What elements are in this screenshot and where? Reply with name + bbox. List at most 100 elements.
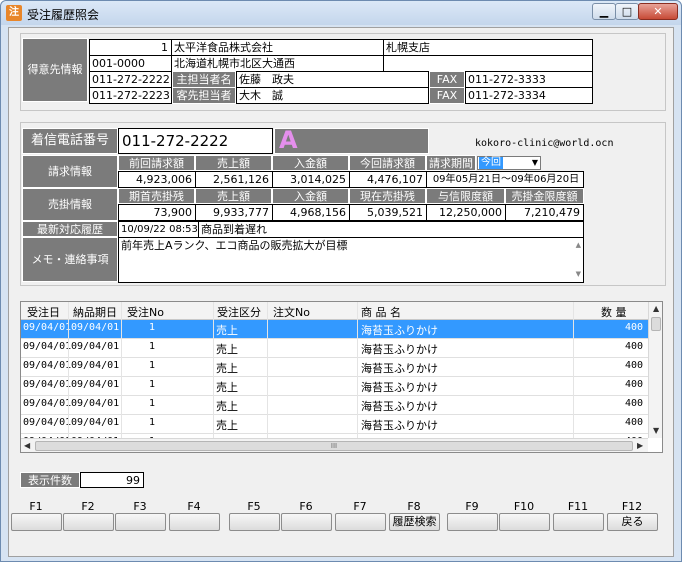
memo-scroll-down-icon[interactable]: ▼ [576, 267, 581, 282]
col-due-date[interactable]: 納品期日 [73, 304, 117, 320]
sub-rep-name: 大木 誠 [236, 87, 429, 104]
billing-period-label: 請求期間 [426, 155, 476, 171]
hscroll-thumb-grip: III [330, 442, 338, 450]
fkey-button-5[interactable] [229, 513, 280, 531]
fkey-button-11[interactable] [553, 513, 604, 531]
grid-divider [357, 302, 358, 452]
grid-divider [121, 302, 122, 452]
fkey-button-10[interactable] [499, 513, 550, 531]
main-rep-name: 佐藤 政夫 [236, 71, 429, 88]
cell-order-type: 売上 [216, 400, 238, 413]
memo-label: メモ・連絡事項 [22, 237, 118, 282]
fkey-button-2[interactable] [63, 513, 114, 531]
cell-order-date: 09/04/01 [23, 322, 72, 333]
receivable-value-4: 12,250,000 [426, 204, 506, 221]
order-history-grid[interactable]: 受注日 納品期日 受注No 受注区分 注文No 商 品 名 数 量 09/04/… [20, 301, 663, 453]
col-po-no[interactable]: 注文No [273, 304, 310, 320]
receivable-header-4: 与信限度額 [426, 188, 505, 204]
customer-address: 北海道札幌市北区大通西 [171, 55, 384, 72]
fkey-button-8[interactable]: 履歴検索 [389, 513, 440, 531]
cell-order-type: 売上 [216, 324, 238, 337]
table-row[interactable]: 09/04/0109/04/01 1 売上 海苔玉ふりかけ 400 [21, 320, 649, 339]
maximize-button[interactable]: □ [615, 3, 639, 20]
fkey-button-7[interactable] [335, 513, 386, 531]
fkey-label-6: F6 [299, 500, 313, 513]
scroll-down-icon[interactable]: ▼ [653, 426, 659, 435]
scroll-up-icon[interactable]: ▲ [653, 304, 659, 313]
fkey-label-12: F12 [621, 500, 643, 513]
receivable-value-3: 5,039,521 [349, 204, 427, 221]
col-order-date[interactable]: 受注日 [27, 304, 60, 320]
chevron-down-icon[interactable]: ▼ [532, 157, 538, 169]
billing-label: 請求情報 [22, 155, 118, 188]
memo-textarea[interactable]: 前年売上Aランク、エコ商品の販売拡大が目標 ▲ ▼ [118, 237, 584, 283]
minimize-button[interactable]: ▁ [592, 3, 616, 20]
fkey-button-12[interactable]: 戻る [607, 513, 658, 531]
cell-order-no: 1 [149, 379, 156, 390]
grid-horizontal-scrollbar[interactable]: ◀ III ▶ [21, 438, 648, 452]
grid-divider [213, 302, 214, 452]
cell-due-date: 09/04/01 [71, 379, 120, 390]
cell-product: 海苔玉ふりかけ [361, 324, 438, 337]
table-row[interactable]: 09/04/0109/04/01 1 売上 海苔玉ふりかけ 400 [21, 377, 649, 396]
cell-qty: 400 [625, 322, 644, 333]
fkey-button-6[interactable] [281, 513, 332, 531]
fkey-button-4[interactable] [169, 513, 220, 531]
cell-due-date: 09/04/01 [71, 341, 120, 352]
latest-datetime: 10/09/22 08:53 [118, 221, 199, 238]
cell-order-date: 09/04/01 [23, 398, 72, 409]
customer-tel2: 011-272-2223 [89, 87, 172, 104]
latest-label: 最新対応履歴 [22, 221, 118, 237]
billing-period-select[interactable]: 今回 ▼ [477, 156, 541, 170]
grid-vertical-scrollbar[interactable]: ▲ ▼ [648, 302, 662, 438]
cell-qty: 400 [625, 398, 644, 409]
customer-name: 太平洋食品株式会社 [171, 39, 384, 56]
table-row[interactable]: 09/04/0109/04/01 1 売上 海苔玉ふりかけ 400 [21, 396, 649, 415]
app-icon: 注 [6, 5, 22, 21]
scroll-right-icon[interactable]: ▶ [637, 441, 643, 450]
period-select-value: 今回 [479, 157, 503, 169]
fkey-label-4: F4 [187, 500, 201, 513]
receivable-value-2: 4,968,156 [272, 204, 350, 221]
memo-scroll-up-icon[interactable]: ▲ [576, 238, 581, 253]
customer-zip: 001-0000 [89, 55, 172, 72]
window-title: 受注履歴照会 [27, 8, 100, 22]
fkey-label-7: F7 [353, 500, 367, 513]
scroll-left-icon[interactable]: ◀ [24, 441, 30, 450]
customer-section-label: 得意先情報 [22, 38, 88, 102]
cell-due-date: 09/04/01 [71, 360, 120, 371]
table-row[interactable]: 09/04/0109/04/01 1 売上 海苔玉ふりかけ 400 [21, 415, 649, 434]
receivable-value-1: 9,933,777 [195, 204, 273, 221]
table-row[interactable]: 09/04/0109/04/01 1 売上 海苔玉ふりかけ 400 [21, 358, 649, 377]
cell-qty: 400 [625, 360, 644, 371]
cell-order-type: 売上 [216, 381, 238, 394]
receivable-value-0: 73,900 [118, 204, 196, 221]
incoming-phone: 011-272-2222 [118, 128, 273, 154]
col-order-type[interactable]: 受注区分 [217, 304, 261, 320]
fkey-button-9[interactable] [447, 513, 498, 531]
grid-divider [267, 302, 268, 452]
cell-order-no: 1 [149, 360, 156, 371]
table-row[interactable]: 09/04/0109/04/01 1 売上 海苔玉ふりかけ 400 [21, 339, 649, 358]
scroll-thumb[interactable] [651, 317, 661, 331]
billing-value-2: 3,014,025 [272, 171, 350, 188]
hscroll-thumb[interactable]: III [35, 441, 633, 451]
cell-product: 海苔玉ふりかけ [361, 419, 438, 432]
grid-divider [573, 302, 574, 452]
col-order-no[interactable]: 受注No [127, 304, 164, 320]
cell-product: 海苔玉ふりかけ [361, 362, 438, 375]
receivable-header-0: 期首売掛残 [118, 188, 195, 204]
col-qty[interactable]: 数 量 [601, 304, 627, 320]
customer-branch: 札幌支店 [383, 39, 593, 56]
fkey-button-1[interactable] [11, 513, 62, 531]
fkey-button-3[interactable] [115, 513, 166, 531]
billing-period-value: 09年05月21日～09年06月20日 [426, 171, 584, 188]
cell-order-date: 09/04/01 [23, 341, 72, 352]
sub-rep-label: 客先担当者 [172, 87, 236, 104]
grid-header: 受注日 納品期日 受注No 受注区分 注文No 商 品 名 数 量 [21, 302, 649, 320]
col-product[interactable]: 商 品 名 [361, 304, 401, 320]
close-button[interactable]: ✕ [638, 3, 678, 20]
fkey-label-5: F5 [247, 500, 261, 513]
cell-qty: 400 [625, 341, 644, 352]
fkey-label-3: F3 [133, 500, 147, 513]
